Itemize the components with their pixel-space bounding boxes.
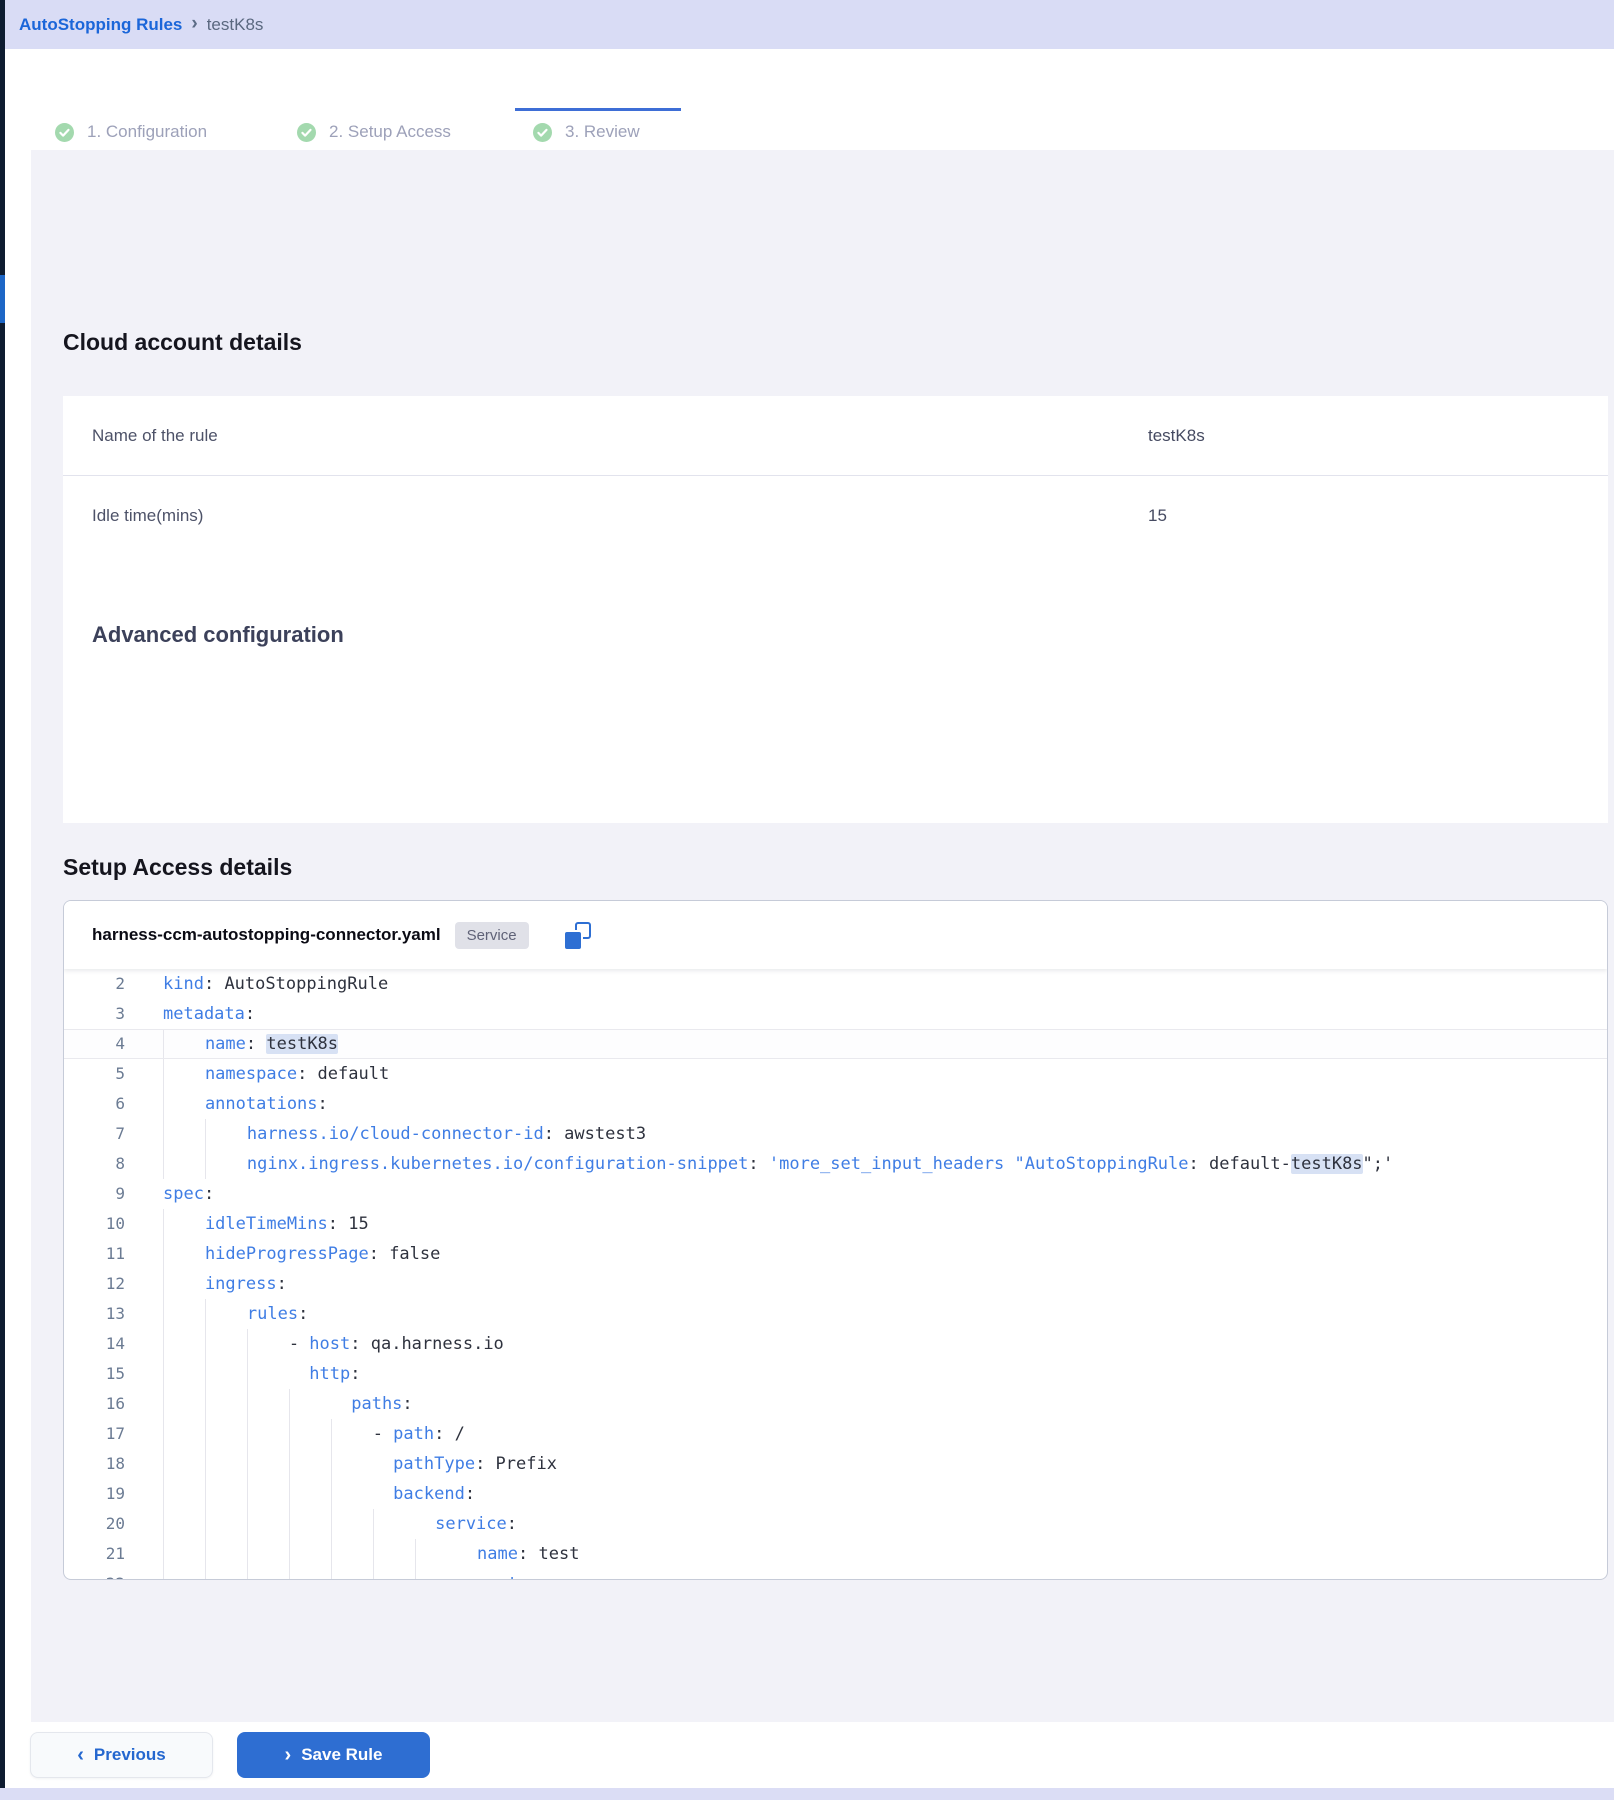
code-line: 2kind: AutoStoppingRule: [64, 969, 1607, 999]
code-line: 4name: testK8s: [64, 1029, 1607, 1059]
code-line: 12ingress:: [64, 1269, 1607, 1299]
line-number: 18: [64, 1449, 125, 1479]
line-number: 17: [64, 1419, 125, 1449]
breadcrumb: AutoStopping Rules › testK8s: [5, 0, 1614, 49]
code-line: 10idleTimeMins: 15: [64, 1209, 1607, 1239]
code-line: 22 port:: [64, 1569, 1607, 1580]
check-circle-icon: [297, 123, 316, 142]
detail-row: Idle time(mins) 15: [63, 476, 1608, 556]
line-number: 5: [64, 1059, 125, 1089]
line-number: 12: [64, 1269, 125, 1299]
active-step-underline: [515, 108, 681, 111]
row-value: testK8s: [1148, 426, 1205, 446]
step-label: 2. Setup Access: [329, 122, 451, 142]
save-rule-button[interactable]: › Save Rule: [237, 1732, 430, 1778]
copy-yaml-button[interactable]: [565, 922, 591, 949]
configuration-details-block: Name of the rule testK8s Idle time(mins) 15: [63, 396, 1608, 556]
review-panel: Cloud account details Selected cloud acc…: [31, 150, 1614, 1722]
row-label: Name of the rule: [92, 426, 218, 446]
nav-rail-active-indicator: [0, 275, 5, 323]
code-line: 7harness.io/cloud-connector-id: awstest3: [64, 1119, 1607, 1149]
cloud-account-details-title: Cloud account details: [63, 329, 302, 356]
line-number: 20: [64, 1509, 125, 1539]
step-label: 1. Configuration: [87, 122, 207, 142]
yaml-filename: harness-ccm-autostopping-connector.yaml: [92, 925, 441, 945]
detail-row: Name of the rule testK8s: [63, 396, 1608, 476]
line-number: 11: [64, 1239, 125, 1269]
line-number: 8: [64, 1149, 125, 1179]
line-number: 10: [64, 1209, 125, 1239]
step-2[interactable]: 2. Setup Access: [297, 122, 451, 142]
chevron-right-icon: ›: [285, 1745, 292, 1765]
code-line: 14- host: qa.harness.io: [64, 1329, 1607, 1359]
previous-button[interactable]: ‹ Previous: [30, 1732, 213, 1778]
line-number: 21: [64, 1539, 125, 1569]
code-line: 6annotations:: [64, 1089, 1607, 1119]
line-number: 14: [64, 1329, 125, 1359]
line-number: 13: [64, 1299, 125, 1329]
line-number: 6: [64, 1089, 125, 1119]
step-1[interactable]: 1. Configuration: [55, 122, 207, 142]
step-label: 3. Review: [565, 122, 640, 142]
yaml-editor-card: harness-ccm-autostopping-connector.yaml …: [63, 900, 1608, 1580]
line-number: 3: [64, 999, 125, 1029]
setup-access-details-title: Setup Access details: [63, 854, 292, 881]
row-value: 15: [1148, 506, 1167, 526]
code-line: 15 http:: [64, 1359, 1607, 1389]
code-line: 16 paths:: [64, 1389, 1607, 1419]
check-circle-icon: [533, 123, 552, 142]
code-line: 3metadata:: [64, 999, 1607, 1029]
yaml-code-editor[interactable]: 2kind: AutoStoppingRule3metadata:4name: …: [64, 969, 1607, 1580]
code-line: 18 pathType: Prefix: [64, 1449, 1607, 1479]
code-line: 8nginx.ingress.kubernetes.io/configurati…: [64, 1149, 1607, 1179]
code-line: 21 name: test: [64, 1539, 1607, 1569]
breadcrumb-current: testK8s: [207, 15, 264, 35]
service-badge: Service: [455, 922, 529, 949]
code-line: 11hideProgressPage: false: [64, 1239, 1607, 1269]
row-label: Idle time(mins): [92, 506, 203, 526]
breadcrumb-chevron-icon: ›: [191, 13, 197, 35]
chevron-left-icon: ‹: [77, 1745, 84, 1765]
line-number: 2: [64, 969, 125, 999]
check-circle-icon: [55, 123, 74, 142]
collapsed-nav-rail: [0, 0, 5, 1788]
line-number: 16: [64, 1389, 125, 1419]
line-number: 9: [64, 1179, 125, 1209]
advanced-configuration-block: Advanced configuration: [63, 588, 1608, 823]
yaml-editor-header: harness-ccm-autostopping-connector.yaml …: [64, 901, 1607, 969]
code-line: 20 service:: [64, 1509, 1607, 1539]
autostopping-review-page: AutoStopping Rules › testK8s 1. Configur…: [0, 0, 1614, 1800]
code-line: 5namespace: default: [64, 1059, 1607, 1089]
wizard-stepper: 1. Configuration2. Setup Access3. Review: [5, 50, 1614, 127]
line-number: 15: [64, 1359, 125, 1389]
line-number: 19: [64, 1479, 125, 1509]
breadcrumb-link-autostopping-rules[interactable]: AutoStopping Rules: [19, 15, 182, 35]
code-line: 9spec:: [64, 1179, 1607, 1209]
line-number: 7: [64, 1119, 125, 1149]
step-3[interactable]: 3. Review: [533, 122, 640, 142]
line-number: 22: [64, 1569, 125, 1580]
advanced-configuration-title: Advanced configuration: [92, 620, 1608, 650]
bottom-accent-strip: [0, 1788, 1614, 1800]
line-number: 4: [64, 1030, 125, 1058]
code-line: 13rules:: [64, 1299, 1607, 1329]
code-line: 19 backend:: [64, 1479, 1607, 1509]
code-line: 17- path: /: [64, 1419, 1607, 1449]
